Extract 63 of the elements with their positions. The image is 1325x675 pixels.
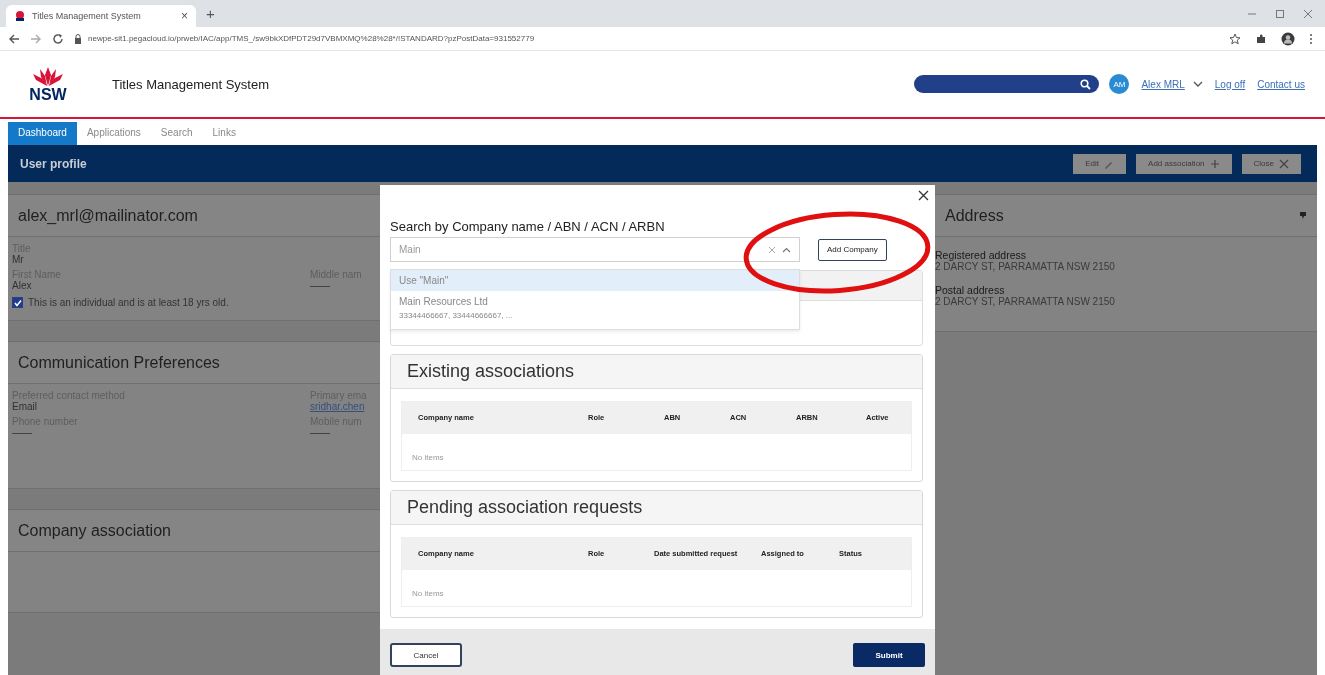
address-field[interactable]: newpe-sit1.pegacloud.io/prweb/IAC/app/TMS_/sw9bkXDfPDT29d7VBMXMQ%28%28*/!STANDARD?pzPostData=931552779: [74, 33, 1219, 44]
field-value: Email: [12, 401, 37, 412]
search-field[interactable]: [914, 75, 1100, 93]
search-label: Search by Company name / ABN / ACN / ARBN: [390, 219, 666, 234]
lock-icon: [74, 33, 82, 44]
kebab-menu-icon[interactable]: [1309, 32, 1313, 45]
empty-message: No items: [412, 589, 444, 598]
close-icon: [1279, 158, 1289, 169]
dropdown-option[interactable]: Main Resources Ltd 33344466667, 33444666667, ...: [391, 291, 799, 329]
nav-tab[interactable]: Search: [150, 122, 203, 145]
browser-tab[interactable]: Titles Management System ×: [6, 5, 196, 27]
search-icon: [1080, 78, 1092, 90]
contact-us-link[interactable]: Contact us: [1257, 78, 1305, 90]
section-title: Pending association requests: [407, 497, 643, 518]
field-value: ——: [310, 280, 330, 291]
address-label: Postal address: [935, 284, 1005, 296]
favicon-icon: [14, 10, 26, 22]
pin-icon[interactable]: [1299, 211, 1307, 220]
field-value: Mr: [12, 254, 24, 265]
section-title: Company association: [18, 521, 171, 540]
field-value: Alex: [12, 280, 32, 291]
user-avatar[interactable]: AM: [1109, 74, 1130, 94]
dropdown-option[interactable]: Use "Main": [391, 270, 799, 291]
chevron-down-icon[interactable]: [1192, 81, 1203, 87]
section-title: Address: [945, 206, 1004, 225]
add-button[interactable]: Add association: [1136, 153, 1232, 174]
star-icon[interactable]: [1229, 32, 1241, 45]
address-label: Registered address: [935, 249, 1027, 261]
section-title: Existing associations: [407, 361, 575, 382]
submit-button[interactable]: Submit: [853, 643, 925, 667]
app-title: Titles Management System: [112, 76, 270, 92]
logo-text: NSW: [29, 87, 67, 103]
nav-tab[interactable]: Dashboard: [8, 122, 77, 145]
close-button[interactable]: Close: [1241, 153, 1301, 174]
company-search-field[interactable]: Main: [390, 237, 800, 262]
checkbox-label: This is an individual and is at least 18 yrs old.: [28, 297, 229, 308]
field-value: ——: [310, 427, 330, 438]
tab-close-button[interactable]: ×: [181, 9, 188, 23]
waratah-icon: [31, 65, 65, 87]
new-tab-button[interactable]: +: [206, 5, 215, 22]
log-off-link[interactable]: Log off: [1214, 78, 1246, 90]
nav-tab[interactable]: Links: [202, 122, 246, 145]
checkmark-icon: [13, 298, 22, 307]
back-icon[interactable]: [8, 32, 20, 45]
address-value: 2 DARCY ST, PARRAMATTA NSW 2150: [935, 296, 1115, 307]
edit-button[interactable]: Edit: [1073, 153, 1127, 174]
address-value: 2 DARCY ST, PARRAMATTA NSW 2150: [935, 261, 1115, 272]
add-company-button[interactable]: Add Company: [818, 238, 887, 261]
section-title: alex_mrl@mailinator.com: [18, 206, 198, 225]
empty-message: No items: [412, 453, 444, 462]
chevron-up-icon[interactable]: [782, 246, 791, 253]
page-title: User profile: [20, 156, 87, 171]
field-value: ——: [12, 427, 32, 438]
checkbox[interactable]: [12, 297, 23, 308]
section-title: Communication Preferences: [18, 353, 220, 372]
close-icon[interactable]: [918, 190, 929, 201]
profile-icon[interactable]: [1281, 31, 1295, 46]
user-menu-link[interactable]: Alex MRL: [1141, 78, 1185, 90]
nav-tab[interactable]: Applications: [76, 122, 151, 145]
cancel-button[interactable]: Cancel: [390, 643, 462, 667]
reload-icon[interactable]: [52, 32, 64, 45]
plus-icon: [1209, 158, 1220, 169]
maximize-icon[interactable]: [1275, 8, 1285, 19]
